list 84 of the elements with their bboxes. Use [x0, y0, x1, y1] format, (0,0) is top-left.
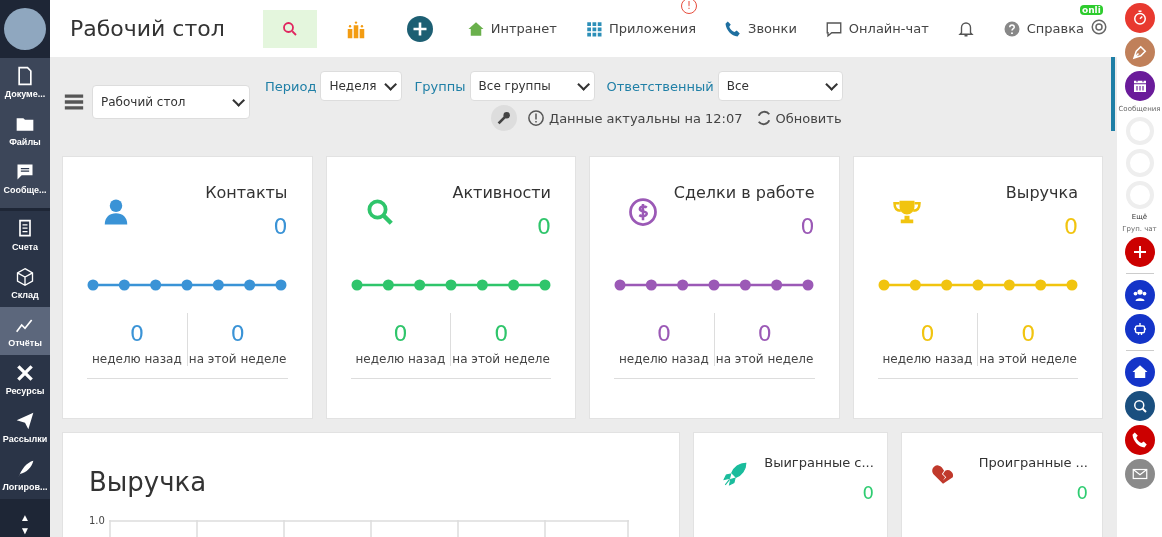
calendar-button[interactable]	[1124, 71, 1155, 101]
warning-icon	[527, 109, 545, 127]
previous-value: 0	[920, 321, 935, 346]
phone-icon	[724, 19, 743, 38]
card-title: Активности	[452, 183, 551, 202]
filter-label: Ответственный	[606, 78, 714, 94]
sidebar-item[interactable]: Счета	[0, 211, 50, 259]
period-select[interactable]: Неделя	[320, 71, 403, 101]
pen-nib-icon	[1130, 43, 1149, 61]
sidebar-item[interactable]: Склад	[0, 259, 50, 307]
rocket-icon	[722, 461, 749, 487]
card-value: 0	[1064, 214, 1078, 239]
mail-button[interactable]	[1124, 459, 1155, 489]
nav-link[interactable]: Онлайн-чат	[824, 19, 929, 38]
chart-title: Выручка	[89, 467, 208, 497]
page-title: Рабочий стол	[70, 16, 225, 41]
previous-label: неделю назад	[619, 352, 709, 366]
grid-icon	[584, 19, 603, 38]
sidebar-item[interactable]: Файлы	[0, 106, 50, 154]
home-icon	[1130, 363, 1149, 381]
search-field[interactable]	[262, 9, 317, 48]
sidebar-item[interactable]: Ресурсы	[0, 355, 50, 403]
sidebar-item[interactable]: Логиров...	[0, 451, 50, 499]
current-label: на этой неделе	[715, 352, 814, 366]
current-label: на этой неделе	[452, 352, 550, 366]
dashboard-select[interactable]: Рабочий стол	[92, 85, 250, 119]
sidebar-item[interactable]: Докуме...	[0, 58, 50, 106]
paper-plane-icon	[15, 410, 35, 431]
nav-link[interactable]: Интранет	[466, 19, 557, 38]
current-value: 0	[230, 321, 245, 346]
sidebar-item[interactable]: Рассылки	[0, 403, 50, 451]
card-title: Выигранные с...	[764, 455, 874, 470]
stopwatch-button[interactable]	[1124, 3, 1155, 33]
people-button[interactable]	[1124, 280, 1155, 310]
card-value: 0	[1076, 482, 1088, 503]
lifebuoy-icon[interactable]	[1090, 17, 1108, 36]
owner-select[interactable]: Все	[717, 71, 843, 101]
user-avatar[interactable]	[4, 8, 46, 50]
card-title: Сделки в работе	[673, 183, 815, 202]
current-label: на этой неделе	[188, 352, 287, 366]
menu-icon[interactable]	[62, 92, 86, 112]
previous-label: неделю назад	[92, 352, 182, 366]
robot-button[interactable]	[1124, 314, 1155, 344]
home-button[interactable]	[1124, 357, 1155, 387]
tools-icon	[15, 362, 35, 383]
card-value: 0	[273, 214, 288, 239]
add-icon[interactable]	[406, 15, 433, 42]
chat-icon	[824, 19, 843, 38]
help-icon	[1002, 19, 1021, 38]
previous-label: неделю назад	[355, 352, 446, 366]
nav-link[interactable]: Звонки	[724, 19, 797, 38]
add-chat-button[interactable]	[1124, 237, 1155, 267]
sidebar-item[interactable]: Сообще...	[0, 154, 50, 202]
previous-value: 0	[129, 321, 144, 346]
sidebar-item[interactable]: Отчёты	[0, 307, 50, 355]
status-text: Данные актуальны на 12:07	[549, 110, 743, 126]
card-title: Проигранные ...	[978, 455, 1088, 470]
phone-button[interactable]	[1124, 425, 1155, 455]
card-title: Выручка	[1005, 183, 1078, 202]
filter-label: Период	[265, 78, 317, 94]
refresh-button[interactable]: Обновить	[754, 109, 842, 127]
cube-icon	[15, 266, 35, 287]
groups-select[interactable]: Все группы	[469, 71, 595, 101]
search-icon	[280, 19, 299, 38]
current-label: на этой неделе	[979, 352, 1077, 366]
phone-icon	[1130, 431, 1149, 449]
bell-icon[interactable]	[956, 19, 975, 38]
card-value: 0	[800, 214, 815, 239]
document-icon	[15, 65, 35, 86]
filter-label: Группы	[414, 78, 466, 94]
current-value: 0	[757, 321, 772, 346]
previous-value: 0	[393, 321, 408, 346]
help-link[interactable]: Справка	[1002, 19, 1084, 38]
current-value: 0	[494, 321, 509, 346]
card-title: Контакты	[205, 183, 288, 202]
card-value: 0	[862, 482, 874, 503]
previous-value: 0	[656, 321, 671, 346]
online-badge: onli	[1080, 4, 1103, 15]
scrollbar[interactable]	[1111, 57, 1115, 131]
axis-tick: 1.0	[89, 515, 105, 526]
previous-label: неделю назад	[882, 352, 973, 366]
current-value: 0	[1021, 321, 1036, 346]
card-value: 0	[537, 214, 551, 239]
wrench-icon[interactable]	[491, 105, 517, 131]
